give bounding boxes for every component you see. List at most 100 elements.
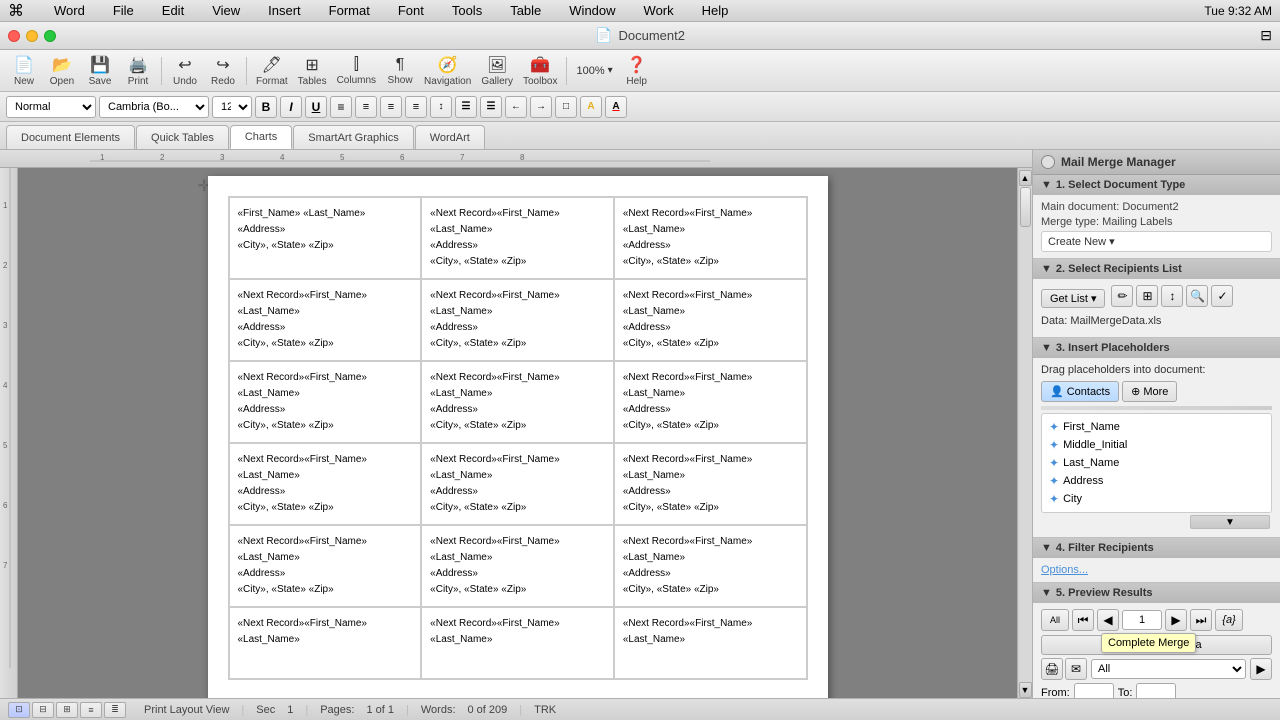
- show-button[interactable]: ¶ Show: [382, 53, 418, 89]
- placeholder-city[interactable]: ✦ City: [1046, 490, 1267, 508]
- justify-button[interactable]: ≡: [405, 96, 427, 118]
- preview-all-btn[interactable]: All: [1041, 609, 1069, 631]
- apple-menu[interactable]: ⌘: [8, 1, 24, 21]
- placeholder-last-name[interactable]: ✦ Last_Name: [1046, 454, 1267, 472]
- menu-table[interactable]: Table: [504, 1, 547, 20]
- ab-toggle-btn[interactable]: {a}: [1215, 609, 1243, 631]
- section3-header[interactable]: ▼ 3. Insert Placeholders: [1033, 338, 1280, 358]
- validate-icon[interactable]: ✓: [1211, 285, 1233, 307]
- redo-button[interactable]: ↪ Redo: [205, 53, 241, 89]
- menu-work[interactable]: Work: [638, 1, 680, 20]
- help-button[interactable]: ❓ Help: [619, 53, 655, 89]
- section1-header[interactable]: ▼ 1. Select Document Type: [1033, 175, 1280, 195]
- format-button[interactable]: 🖊 Format: [252, 53, 292, 89]
- scroll-up-btn[interactable]: ▲: [1019, 170, 1032, 186]
- vertical-scrollbar[interactable]: ▲ ▼: [1017, 168, 1032, 698]
- preview-next-btn[interactable]: ▶: [1165, 609, 1187, 631]
- placeholder-middle-initial[interactable]: ✦ Middle_Initial: [1046, 436, 1267, 454]
- highlight-button[interactable]: A: [580, 96, 602, 118]
- zoom-button[interactable]: 100% ▾: [572, 53, 616, 89]
- from-input[interactable]: [1074, 683, 1114, 698]
- collapse-icon[interactable]: ⊟: [1260, 27, 1272, 43]
- find-icon[interactable]: 🔍: [1186, 285, 1208, 307]
- undo-button[interactable]: ↩ Undo: [167, 53, 203, 89]
- tab-quick-tables[interactable]: Quick Tables: [136, 125, 229, 149]
- placeholder-address[interactable]: ✦ Address: [1046, 472, 1267, 490]
- minimize-button[interactable]: [26, 30, 38, 42]
- tab-document-elements[interactable]: Document Elements: [6, 125, 135, 149]
- tab-charts[interactable]: Charts: [230, 125, 292, 149]
- scroll-down-btn[interactable]: ▼: [1019, 682, 1032, 698]
- italic-button[interactable]: I: [280, 96, 302, 118]
- numbered-list-button[interactable]: ☰: [480, 96, 502, 118]
- menu-help[interactable]: Help: [696, 1, 735, 20]
- open-button[interactable]: 📂 Open: [44, 53, 80, 89]
- menu-view[interactable]: View: [206, 1, 246, 20]
- create-new-button[interactable]: Create New ▾: [1041, 231, 1272, 252]
- print-layout-view-btn[interactable]: ⊡: [8, 702, 30, 718]
- underline-button[interactable]: U: [305, 96, 327, 118]
- section5-header[interactable]: ▼ 5. Preview Results: [1033, 583, 1280, 603]
- edit-recipients-icon[interactable]: ✏: [1111, 285, 1133, 307]
- print-button[interactable]: 🖨️ Print: [120, 53, 156, 89]
- menu-word[interactable]: Word: [48, 1, 91, 20]
- indent-decrease-button[interactable]: ←: [505, 96, 527, 118]
- menu-font[interactable]: Font: [392, 1, 430, 20]
- get-list-button[interactable]: Get List ▾: [1041, 289, 1105, 308]
- web-layout-view-btn[interactable]: ⊞: [56, 702, 78, 718]
- font-color-button[interactable]: A: [605, 96, 627, 118]
- preview-first-btn[interactable]: ⏮: [1072, 609, 1094, 631]
- tab-wordart[interactable]: WordArt: [415, 125, 485, 149]
- tab-smartart[interactable]: SmartArt Graphics: [293, 125, 413, 149]
- menu-tools[interactable]: Tools: [446, 1, 488, 20]
- menu-format[interactable]: Format: [323, 1, 376, 20]
- full-screen-view-btn[interactable]: ⊟: [32, 702, 54, 718]
- scroll-list-btn[interactable]: ▼: [1190, 515, 1270, 529]
- print-merge-icon[interactable]: 🖨: [1041, 658, 1063, 680]
- contacts-tab[interactable]: 👤 Contacts: [1041, 381, 1119, 402]
- outline-view-btn[interactable]: ≡: [80, 702, 102, 718]
- preview-page-input[interactable]: [1122, 610, 1162, 630]
- section4-header[interactable]: ▼ 4. Filter Recipients: [1033, 538, 1280, 558]
- email-merge-icon[interactable]: ✉: [1065, 658, 1087, 680]
- to-input[interactable]: [1136, 683, 1176, 698]
- gallery-button[interactable]: 🖼 Gallery: [477, 53, 517, 89]
- line-spacing-button[interactable]: ↕: [430, 96, 452, 118]
- bold-button[interactable]: B: [255, 96, 277, 118]
- filter-icon[interactable]: ⊞: [1136, 285, 1158, 307]
- font-select[interactable]: Cambria (Bo...: [99, 96, 209, 118]
- sort-icon[interactable]: ↕: [1161, 285, 1183, 307]
- border-button[interactable]: □: [555, 96, 577, 118]
- placeholder-first-name[interactable]: ✦ First_Name: [1046, 418, 1267, 436]
- scroll-track[interactable]: [1019, 186, 1032, 682]
- align-left-button[interactable]: ≡: [330, 96, 352, 118]
- options-link[interactable]: Options...: [1041, 564, 1088, 576]
- new-button[interactable]: 📄 New: [6, 53, 42, 89]
- save-button[interactable]: 💾 Save: [82, 53, 118, 89]
- more-tab[interactable]: ⊕ More: [1122, 381, 1177, 402]
- close-button[interactable]: [8, 30, 20, 42]
- size-select[interactable]: 12: [212, 96, 252, 118]
- menu-edit[interactable]: Edit: [156, 1, 190, 20]
- all-select[interactable]: All: [1091, 659, 1246, 679]
- indent-increase-button[interactable]: →: [530, 96, 552, 118]
- scroll-thumb[interactable]: [1020, 187, 1031, 227]
- toolbox-button[interactable]: 🧰 Toolbox: [519, 53, 561, 89]
- style-select[interactable]: Normal: [6, 96, 96, 118]
- bullet-list-button[interactable]: ☰: [455, 96, 477, 118]
- align-center-button[interactable]: ≡: [355, 96, 377, 118]
- document-scroll[interactable]: ✛ «First_Name» «Last_Name» «Address» «Ci…: [18, 168, 1017, 698]
- menu-window[interactable]: Window: [563, 1, 621, 20]
- maximize-button[interactable]: [44, 30, 56, 42]
- section2-header[interactable]: ▼ 2. Select Recipients List: [1033, 259, 1280, 279]
- menu-insert[interactable]: Insert: [262, 1, 307, 20]
- tables-button[interactable]: ⊞ Tables: [294, 53, 331, 89]
- menu-file[interactable]: File: [107, 1, 140, 20]
- align-right-button[interactable]: ≡: [380, 96, 402, 118]
- complete-merge-settings-icon[interactable]: ▶: [1250, 658, 1272, 680]
- navigation-button[interactable]: 🧭 Navigation: [420, 53, 475, 89]
- preview-prev-btn[interactable]: ◀: [1097, 609, 1119, 631]
- draft-view-btn[interactable]: ≣: [104, 702, 126, 718]
- preview-last-btn[interactable]: ⏭: [1190, 609, 1212, 631]
- columns-button[interactable]: ⫿ Columns: [333, 53, 380, 89]
